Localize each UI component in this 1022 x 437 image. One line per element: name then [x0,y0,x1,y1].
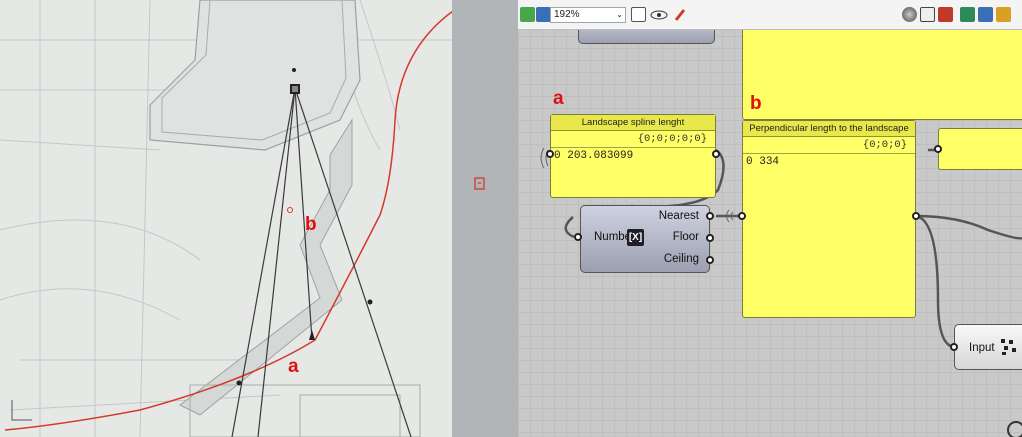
panel-row: 0 203.083099 [551,148,715,164]
row-value: 203.083099 [567,150,634,162]
dice-icon [999,337,1019,357]
canvas-label-b: b [750,93,762,114]
input-grip-number[interactable] [574,233,582,241]
panel-row: 0 334 [743,154,915,170]
output-ceiling-label: Ceiling [663,253,699,265]
panel-path: {0;0;0;0;0} [551,131,715,148]
wall-band [179,118,353,416]
output-grip-ceiling[interactable] [706,256,714,264]
panel-splitter[interactable] [452,0,518,437]
rhino-viewport[interactable]: b a [0,0,452,437]
round-component[interactable]: Number [X] Nearest Floor Ceiling [580,205,710,273]
input-grip[interactable] [738,212,746,220]
panel-path: {0;0;0} [743,137,915,154]
input-label: Input [969,342,995,354]
canvas-label-a: a [553,88,564,109]
row-index: 0 [554,150,561,162]
viewport-label-b: b [305,214,317,235]
input-component[interactable]: Input [954,324,1022,370]
input-grip[interactable] [934,145,942,153]
panel-landscape-spline[interactable]: Landscape spline lenght {0;0;0;0;0} 0 20… [550,114,716,198]
output-grip[interactable] [712,150,720,158]
output-grip-nearest[interactable] [706,212,714,220]
input-grip[interactable] [546,150,554,158]
viewport-drawing [0,0,452,437]
input-grip[interactable] [950,343,958,351]
right-panel[interactable] [938,128,1022,170]
panel-title: Perpendicular length to the landscape [743,121,915,137]
round-icon: [X] [627,229,644,246]
viewport-label-a: a [288,356,299,377]
collapse-icon[interactable] [474,177,486,191]
output-grip[interactable] [912,212,920,220]
partial-component-icon [1007,421,1022,437]
panel-title: Landscape spline lenght [551,115,715,131]
panel-perpendicular-length[interactable]: Perpendicular length to the landscape {0… [742,120,916,318]
output-grip-floor[interactable] [706,234,714,242]
row-index: 0 [746,156,753,168]
output-nearest-label: Nearest [658,210,699,222]
output-floor-label: Floor [672,231,699,243]
grasshopper-canvas[interactable]: 192% ⌄ a b Landscape spline lenght {0;0;… [518,0,1022,437]
building-outline [149,0,361,151]
row-value: 334 [759,156,780,168]
